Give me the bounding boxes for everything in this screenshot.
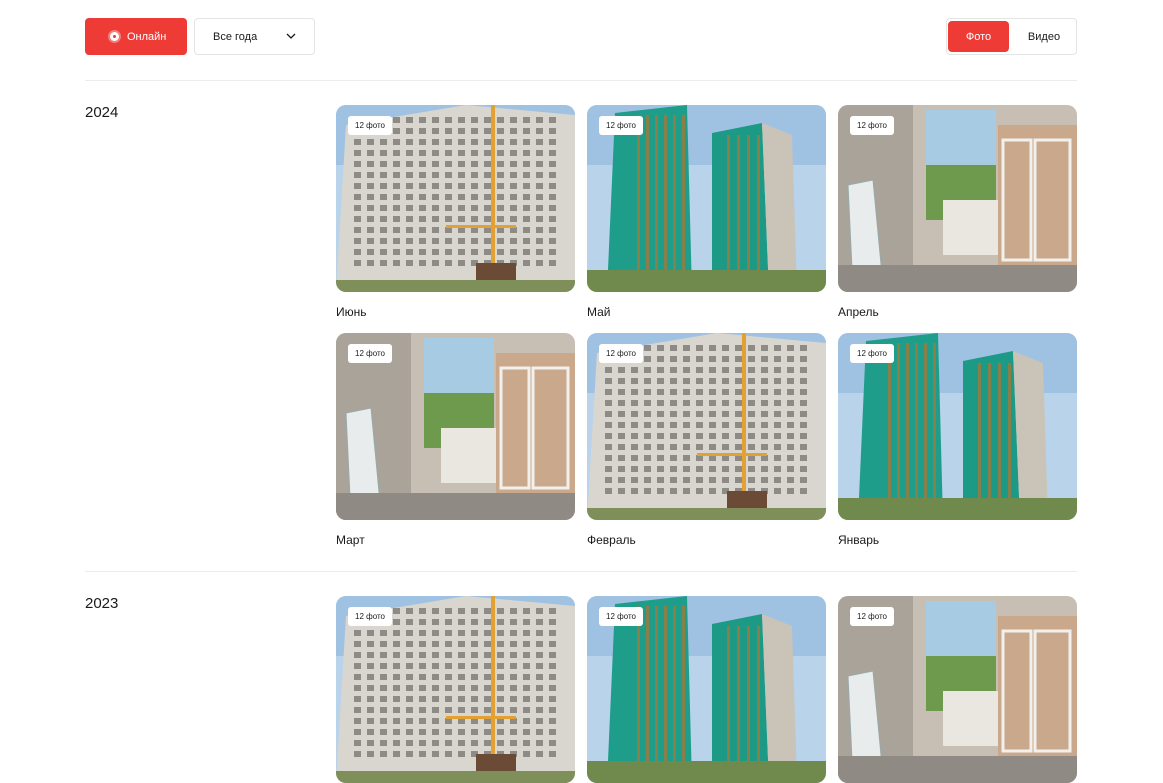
thumbnail[interactable]: 12 фото bbox=[838, 596, 1077, 783]
record-dot-icon bbox=[110, 32, 119, 41]
thumbnail[interactable]: 12 фото bbox=[838, 105, 1077, 292]
online-button[interactable]: Онлайн bbox=[85, 18, 187, 55]
photo-count-badge: 12 фото bbox=[348, 116, 392, 135]
gallery-card[interactable]: 12 фото Июнь bbox=[336, 105, 575, 319]
month-caption[interactable]: Июнь bbox=[336, 305, 367, 319]
chevron-down-icon bbox=[286, 33, 296, 39]
month-caption[interactable]: Апрель bbox=[838, 305, 879, 319]
photo-count-badge: 12 фото bbox=[850, 344, 894, 363]
gallery-card[interactable]: 12 фото Май bbox=[587, 105, 826, 319]
thumbnail[interactable]: 12 фото bbox=[336, 333, 575, 520]
tab-video[interactable]: Видео bbox=[1013, 21, 1075, 52]
photo-count-badge: 12 фото bbox=[599, 607, 643, 626]
gallery-card[interactable]: 12 фото Март bbox=[336, 333, 575, 547]
month-caption[interactable]: Март bbox=[336, 533, 365, 547]
year-select-value: Все года bbox=[213, 30, 258, 43]
gallery-card[interactable]: 12 фото Февраль bbox=[587, 333, 826, 547]
photo-count-badge: 12 фото bbox=[850, 116, 894, 135]
thumbnail[interactable]: 12 фото bbox=[587, 596, 826, 783]
thumbnail[interactable]: 12 фото bbox=[336, 105, 575, 292]
thumbnail[interactable]: 12 фото bbox=[838, 333, 1077, 520]
divider bbox=[85, 80, 1077, 81]
online-button-label: Онлайн bbox=[127, 30, 167, 43]
year-select[interactable]: Все года bbox=[194, 18, 315, 55]
divider bbox=[85, 571, 1077, 572]
toolbar: Онлайн Все года Фото Видео bbox=[85, 18, 1077, 56]
view-toggle: Фото Видео bbox=[946, 18, 1077, 55]
tab-photo[interactable]: Фото bbox=[948, 21, 1009, 52]
year-heading: 2023 bbox=[85, 595, 119, 612]
photo-count-badge: 12 фото bbox=[599, 116, 643, 135]
thumbnail[interactable]: 12 фото bbox=[587, 333, 826, 520]
photo-count-badge: 12 фото bbox=[850, 607, 894, 626]
thumbnail[interactable]: 12 фото bbox=[336, 596, 575, 783]
gallery-card[interactable]: 12 фото bbox=[336, 596, 575, 783]
gallery-card[interactable]: 12 фото Апрель bbox=[838, 105, 1077, 319]
gallery-card[interactable]: 12 фото bbox=[838, 596, 1077, 783]
thumbnail[interactable]: 12 фото bbox=[587, 105, 826, 292]
gallery-card[interactable]: 12 фото Январь bbox=[838, 333, 1077, 547]
month-caption[interactable]: Январь bbox=[838, 533, 879, 547]
photo-count-badge: 12 фото bbox=[599, 344, 643, 363]
month-caption[interactable]: Февраль bbox=[587, 533, 636, 547]
photo-count-badge: 12 фото bbox=[348, 607, 392, 626]
year-heading: 2024 bbox=[85, 104, 119, 121]
month-caption[interactable]: Май bbox=[587, 305, 611, 319]
gallery-card[interactable]: 12 фото bbox=[587, 596, 826, 783]
photo-count-badge: 12 фото bbox=[348, 344, 392, 363]
